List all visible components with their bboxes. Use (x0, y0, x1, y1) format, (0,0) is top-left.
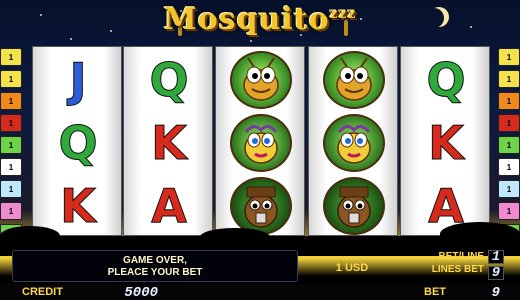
mosquito-girl-icon (230, 114, 292, 172)
message-line-1: GAME OVER, (123, 255, 187, 266)
reel-symbol (309, 112, 399, 174)
payline-indicator-right-5: 1 (498, 136, 520, 154)
payline-indicator-left-8: 1 (0, 202, 22, 220)
reel-5: QKA (400, 46, 490, 236)
credit-label: CREDIT (22, 286, 63, 298)
game-logo: Mosquitozzz (0, 2, 520, 37)
payline-indicator-left-7: 1 (0, 180, 22, 198)
payline-indicator-left-4: 1 (0, 114, 22, 132)
game-title-suffix: zzz (329, 6, 357, 22)
letter-symbol-a: A (428, 179, 465, 233)
payline-indicators-left: 111111111 (0, 48, 22, 246)
reel-symbol: K (401, 112, 491, 174)
payline-indicator-right-8: 1 (498, 202, 520, 220)
reel-4 (308, 46, 398, 236)
payline-indicator-left-1: 1 (0, 48, 22, 66)
reel-symbol: Q (33, 112, 123, 174)
bush-silhouette (200, 228, 270, 246)
reel-symbol (309, 49, 399, 111)
payline-indicator-right-6: 1 (498, 158, 520, 176)
reel-3 (215, 46, 305, 236)
payline-indicator-right-4: 1 (498, 114, 520, 132)
reel-symbol: K (124, 112, 214, 174)
letter-symbol-j: J (69, 53, 87, 107)
letter-symbol-k: K (60, 179, 97, 233)
payline-indicators-right: 111111111 (498, 48, 520, 246)
mosquito-yellow-icon (230, 51, 292, 109)
payline-indicator-right-7: 1 (498, 180, 520, 198)
mosquito-yellow-icon (323, 51, 385, 109)
lines-bet-value[interactable]: 9 (488, 266, 504, 280)
bush-silhouette (0, 226, 60, 246)
payline-indicator-left-2: 1 (0, 70, 22, 88)
bush-silhouette (440, 222, 520, 246)
bet-settings-labels: BET/LINE LINES BET (394, 250, 484, 276)
bet-value: 9 (491, 285, 500, 300)
letter-symbol-q: Q (426, 53, 466, 107)
letter-symbol-q: Q (58, 116, 98, 170)
reel-1: JQK (32, 46, 122, 236)
game-title: Mosquito (163, 2, 330, 37)
reel-symbol (216, 49, 306, 111)
letter-symbol-k: K (428, 116, 465, 170)
mosquito-brown-icon (323, 177, 385, 235)
payline-indicator-right-1: 1 (498, 48, 520, 66)
message-panel: GAME OVER, PLEACE YOUR BET (12, 250, 298, 282)
reel-symbol (309, 175, 399, 237)
mosquito-girl-icon (323, 114, 385, 172)
reel-symbol: Q (401, 49, 491, 111)
reel-symbol: Q (124, 49, 214, 111)
payline-indicator-right-3: 1 (498, 92, 520, 110)
denomination-button[interactable]: 1 USD (322, 262, 382, 274)
reel-symbol (216, 112, 306, 174)
letter-symbol-a: A (151, 179, 188, 233)
letter-symbol-k: K (151, 116, 188, 170)
mosquito-brown-icon (230, 177, 292, 235)
payline-indicator-right-2: 1 (498, 70, 520, 88)
reel-symbol: J (33, 49, 123, 111)
payline-indicator-left-5: 1 (0, 136, 22, 154)
message-line-2: PLEACE YOUR BET (107, 267, 203, 278)
bet-per-line-value[interactable]: 1 (488, 250, 504, 264)
bet-per-line-label: BET/LINE (438, 251, 484, 262)
reel-2: QKA (123, 46, 213, 236)
credit-value: 5000 (124, 285, 158, 300)
payline-indicator-left-3: 1 (0, 92, 22, 110)
letter-symbol-q: Q (149, 53, 189, 107)
payline-indicator-left-6: 1 (0, 158, 22, 176)
bet-label: BET (424, 286, 446, 298)
lines-bet-label: LINES BET (431, 264, 484, 275)
reel-symbol: A (124, 175, 214, 237)
